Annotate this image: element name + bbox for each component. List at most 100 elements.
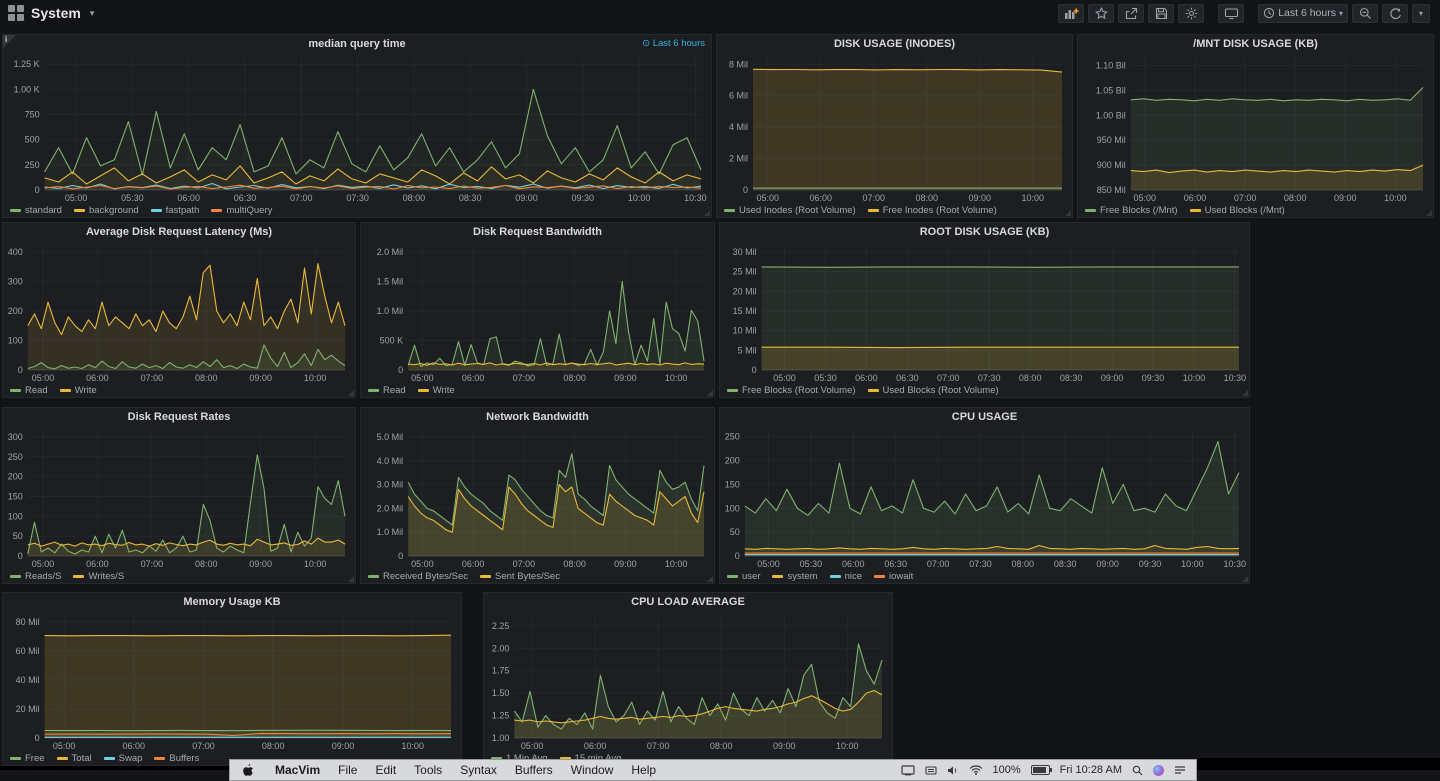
cycle-view-button[interactable] [1218,3,1245,23]
menu-item-tools[interactable]: Tools [405,763,451,777]
svg-text:08:30: 08:30 [1060,373,1083,383]
legend-item-used-inodes-root-volume-[interactable]: Used Inodes (Root Volume) [724,205,856,216]
svg-text:0: 0 [398,365,403,375]
menubar-clock[interactable]: Fri 10:28 AM [1060,764,1122,776]
svg-text:09:00: 09:00 [773,741,796,751]
legend-item-write[interactable]: Write [59,385,97,396]
svg-text:09:00: 09:00 [515,193,538,203]
legend-item-free-blocks-root-volume-[interactable]: Free Blocks (Root Volume) [727,385,856,396]
legend-item-write[interactable]: Write [417,385,455,396]
dashboard-title[interactable]: System [31,5,81,21]
volume-icon[interactable] [947,765,959,776]
panel-plot-area[interactable]: 05:00 06:00 07:00 08:00 09:00 10:00 0 50 100 150 2… [3,425,355,570]
notification-center-icon[interactable] [1174,765,1186,775]
panel-plot-area[interactable]: 05:00 06:00 07:00 08:00 09:00 10:00 0 20 Mil 40 … [3,610,461,752]
zoom-out-button[interactable] [1352,3,1378,23]
panel-time-override[interactable]: ⊙ Last 6 hours [642,38,705,49]
menu-item-buffers[interactable]: Buffers [506,763,562,777]
legend-color-dash [829,575,841,578]
dashboard-title-caret-icon[interactable]: ▾ [90,8,95,19]
legend-item-reads-s[interactable]: Reads/S [10,571,61,582]
svg-text:07:00: 07:00 [1234,193,1257,203]
menu-item-file[interactable]: File [329,763,366,777]
star-button[interactable] [1088,3,1115,23]
legend-item-used-blocks-mnt-[interactable]: Used Blocks (/Mnt) [1189,205,1285,216]
refresh-button[interactable] [1382,3,1408,23]
svg-text:08:00: 08:00 [710,741,733,751]
svg-text:06:00: 06:00 [1184,193,1207,203]
panel-resize-handle[interactable] [348,576,354,582]
spotlight-icon[interactable] [1132,765,1143,776]
wifi-icon[interactable] [969,765,983,775]
legend-item-standard[interactable]: standard [10,205,62,216]
panel-disk-request-bandwidth: Disk Request Bandwidth 05:00 06:00 07:00 08:… [360,222,715,398]
legend-item-read[interactable]: Read [368,385,406,396]
svg-text:0: 0 [398,551,403,561]
legend-item-used-blocks-root-volume-[interactable]: Used Blocks (Root Volume) [867,385,999,396]
svg-text:0: 0 [35,733,40,743]
svg-text:40 Mil: 40 Mil [16,675,40,685]
panel-resize-handle[interactable] [1426,210,1432,216]
legend-item-swap[interactable]: Swap [103,753,142,764]
legend-item-background[interactable]: background [73,205,139,216]
svg-text:09:00: 09:00 [614,373,637,383]
legend-item-received-bytes-sec[interactable]: Received Bytes/Sec [368,571,468,582]
menu-item-window[interactable]: Window [562,763,623,777]
save-button[interactable] [1148,3,1175,23]
svg-text:10:00: 10:00 [665,559,688,569]
panel-plot-area[interactable]: 05:00 06:00 07:00 08:00 09:00 10:00 0 2 Mil 4 Mi… [717,52,1072,204]
panel-plot-area[interactable]: 05:00 06:00 07:00 08:00 09:00 10:00 0 1.0 Mil 2.… [361,425,714,570]
menu-item-syntax[interactable]: Syntax [451,763,506,777]
legend-item-sent-bytes-sec[interactable]: Sent Bytes/Sec [480,571,560,582]
panel-plot-area[interactable]: 05:00 05:30 06:00 06:30 07:00 07:30 08:00 08:30… [3,52,711,204]
svg-text:05:00: 05:00 [411,559,434,569]
legend-item-multiquery[interactable]: multiQuery [211,205,272,216]
legend-item-buffers[interactable]: Buffers [154,753,199,764]
keyboard-brightness-icon[interactable] [924,765,937,776]
legend-item-system[interactable]: system [772,571,818,582]
panel-plot-area[interactable]: 05:00 06:00 07:00 08:00 09:00 10:00 850 Mil 900… [1078,52,1433,204]
legend-item-nice[interactable]: nice [829,571,862,582]
legend-color-dash [211,209,223,212]
panel-plot-area[interactable]: 05:00 05:30 06:00 06:30 07:00 07:30 08:00 08:30… [720,425,1249,570]
panel-resize-handle[interactable] [704,210,710,216]
legend-item-iowait[interactable]: iowait [874,571,913,582]
panel-legend: Reads/S Writes/S [10,570,124,583]
svg-text:0: 0 [18,365,23,375]
panel-resize-handle[interactable] [707,576,713,582]
share-button[interactable] [1118,3,1145,23]
panel-resize-handle[interactable] [1242,576,1248,582]
apple-icon[interactable] [230,763,254,777]
menu-item-macvim[interactable]: MacVim [266,763,329,777]
svg-text:06:00: 06:00 [462,373,485,383]
refresh-interval-button[interactable]: ▾ [1412,3,1430,23]
panel-plot-area[interactable]: 05:00 05:30 06:00 06:30 07:00 07:30 08:00 08:30… [720,240,1249,384]
svg-text:08:00: 08:00 [195,559,218,569]
siri-icon[interactable] [1153,764,1164,776]
legend-item-user[interactable]: user [727,571,760,582]
add-panel-button[interactable] [1058,3,1085,23]
legend-item-fastpath[interactable]: fastpath [150,205,199,216]
panel-resize-handle[interactable] [1242,390,1248,396]
panel-resize-handle[interactable] [348,390,354,396]
legend-item-writes-s[interactable]: Writes/S [73,571,124,582]
panel-resize-handle[interactable] [707,390,713,396]
svg-text:10:00: 10:00 [304,559,327,569]
settings-button[interactable] [1178,3,1205,23]
menu-item-help[interactable]: Help [622,763,665,777]
panel-plot-area[interactable]: 05:00 06:00 07:00 08:00 09:00 10:00 1.00 1.25 1.… [484,610,892,752]
panel-resize-handle[interactable] [1065,210,1071,216]
screen-mirroring-icon[interactable] [900,764,915,776]
legend-item-free-inodes-root-volume-[interactable]: Free Inodes (Root Volume) [867,205,997,216]
time-range-button[interactable]: Last 6 hours ▾ [1258,3,1348,23]
grafana-logo-icon[interactable] [8,5,24,21]
panel-plot-area[interactable]: 05:00 06:00 07:00 08:00 09:00 10:00 0 100 200 300… [3,240,355,384]
svg-text:900 Mil: 900 Mil [1097,160,1126,170]
panel-plot-area[interactable]: 05:00 06:00 07:00 08:00 09:00 10:00 0 500 K 1.0 … [361,240,714,384]
legend-item-read[interactable]: Read [10,385,48,396]
menu-item-edit[interactable]: Edit [366,763,405,777]
legend-item-free[interactable]: Free [10,753,45,764]
legend-item-free-blocks-mnt-[interactable]: Free Blocks (/Mnt) [1085,205,1178,216]
legend-color-dash [10,389,21,392]
legend-item-total[interactable]: Total [56,753,92,764]
